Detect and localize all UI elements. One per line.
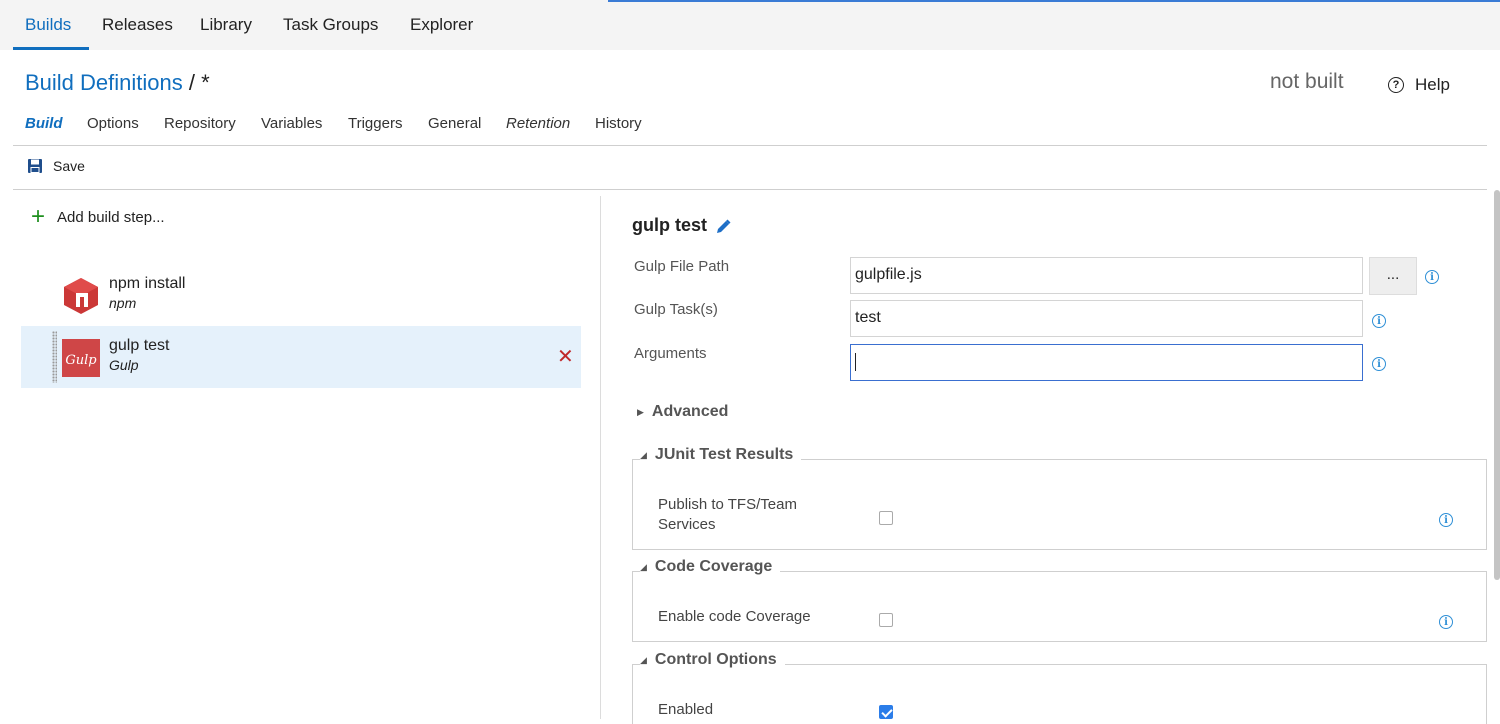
enable-coverage-checkbox[interactable] xyxy=(879,613,893,627)
tab-general[interactable]: General xyxy=(428,115,481,132)
top-nav: Builds Releases Library Task Groups Expl… xyxy=(0,0,1500,50)
save-label: Save xyxy=(53,158,85,174)
help-label: Help xyxy=(1415,75,1450,94)
tab-task-groups[interactable]: Task Groups xyxy=(283,15,378,35)
build-status: not built xyxy=(1270,70,1344,93)
tab-build[interactable]: Build xyxy=(25,115,63,132)
publish-label: Publish to TFS/Team Services xyxy=(658,495,797,535)
plus-icon: + xyxy=(31,203,46,230)
add-build-step-label: Add build step... xyxy=(57,208,165,226)
gulp-tasks-input[interactable]: test xyxy=(850,300,1363,337)
tab-retention[interactable]: Retention xyxy=(506,115,570,132)
arguments-label: Arguments xyxy=(634,345,707,362)
tab-triggers[interactable]: Triggers xyxy=(348,115,402,132)
top-accent-bar xyxy=(608,0,1500,2)
add-build-step-button[interactable]: + Add build step... xyxy=(31,203,165,230)
panel-divider xyxy=(600,196,601,719)
junit-section-toggle[interactable]: ◢ JUnit Test Results xyxy=(640,446,802,464)
step-name: npm install xyxy=(109,275,186,292)
active-tab-underline xyxy=(13,47,89,50)
divider xyxy=(13,189,1487,190)
build-step-gulp-test[interactable]: Gulp gulp test Gulp ✕ xyxy=(21,326,581,388)
save-icon xyxy=(28,159,42,173)
save-button[interactable]: Save xyxy=(27,158,85,174)
code-coverage-section-toggle[interactable]: ◢ Code Coverage xyxy=(640,558,781,576)
drag-handle[interactable] xyxy=(52,331,57,383)
gulp-icon: Gulp xyxy=(62,339,100,377)
gulp-logo-text: Gulp xyxy=(65,353,97,368)
publish-label-line1: Publish to TFS/Team xyxy=(658,496,797,513)
step-title-text: gulp test xyxy=(632,215,707,235)
enable-coverage-label: Enable code Coverage xyxy=(658,608,811,625)
tab-repository[interactable]: Repository xyxy=(164,115,236,132)
gulp-file-path-label: Gulp File Path xyxy=(634,258,730,275)
scrollbar[interactable] xyxy=(1494,190,1500,580)
step-name: gulp test xyxy=(109,337,170,354)
step-kind: Gulp xyxy=(109,357,139,373)
step-title: gulp test xyxy=(632,215,731,236)
gulp-file-path-input[interactable]: gulpfile.js xyxy=(850,257,1363,294)
junit-title: JUnit Test Results xyxy=(654,446,794,463)
advanced-label: Advanced xyxy=(651,403,729,420)
text-caret xyxy=(855,353,856,371)
tab-library[interactable]: Library xyxy=(200,15,252,35)
info-icon[interactable]: i xyxy=(1439,513,1453,527)
arguments-input[interactable] xyxy=(850,344,1363,381)
tab-history[interactable]: History xyxy=(595,115,642,132)
triangle-right-icon: ▶ xyxy=(637,406,644,417)
gulp-tasks-label: Gulp Task(s) xyxy=(634,301,718,318)
delete-step-icon[interactable]: ✕ xyxy=(557,344,574,369)
control-options-title: Control Options xyxy=(654,651,777,668)
publish-checkbox[interactable] xyxy=(879,511,893,525)
step-kind: npm xyxy=(109,295,137,311)
info-icon[interactable]: i xyxy=(1439,615,1453,629)
pencil-icon[interactable] xyxy=(715,218,731,234)
tab-builds[interactable]: Builds xyxy=(25,15,71,35)
triangle-down-icon: ◢ xyxy=(640,449,647,460)
enabled-label: Enabled xyxy=(658,701,714,718)
divider xyxy=(13,145,1487,146)
tab-options[interactable]: Options xyxy=(87,115,139,132)
advanced-section-toggle[interactable]: ▶ Advanced xyxy=(637,403,737,421)
npm-icon xyxy=(64,278,98,314)
tab-explorer[interactable]: Explorer xyxy=(410,15,473,35)
breadcrumb-current: / * xyxy=(188,70,210,95)
help-button[interactable]: ? Help xyxy=(1388,75,1450,95)
help-icon: ? xyxy=(1388,77,1404,93)
publish-label-line2: Services xyxy=(658,516,716,533)
info-icon[interactable]: i xyxy=(1372,357,1386,371)
code-coverage-title: Code Coverage xyxy=(654,558,773,575)
breadcrumb-build-definitions[interactable]: Build Definitions xyxy=(25,70,183,95)
browse-button[interactable]: ... xyxy=(1369,257,1417,295)
control-options-section-toggle[interactable]: ◢ Control Options xyxy=(640,651,785,669)
info-icon[interactable]: i xyxy=(1372,314,1386,328)
build-step-npm-install[interactable]: npm install npm xyxy=(21,264,581,326)
triangle-down-icon: ◢ xyxy=(640,561,647,572)
triangle-down-icon: ◢ xyxy=(640,654,647,665)
page-title: Build Definitions / * xyxy=(25,70,210,96)
enabled-checkbox[interactable] xyxy=(879,705,893,719)
control-options-section xyxy=(632,664,1487,724)
tab-variables[interactable]: Variables xyxy=(261,115,322,132)
tab-releases[interactable]: Releases xyxy=(102,15,173,35)
info-icon[interactable]: i xyxy=(1425,270,1439,284)
